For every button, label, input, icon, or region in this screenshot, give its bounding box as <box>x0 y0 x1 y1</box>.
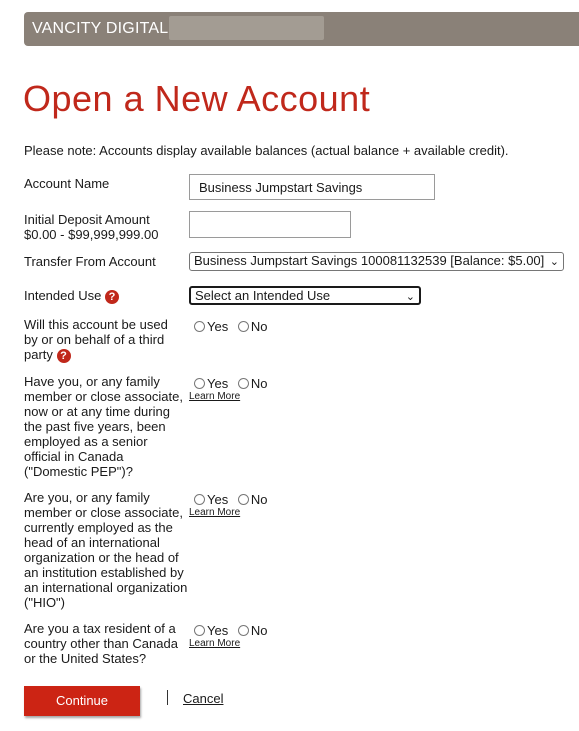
domestic-pep-yes[interactable]: Yes <box>194 376 228 391</box>
initial-deposit-range: $0.00 - $99,999,999.00 <box>24 227 159 242</box>
tax-resident-yes[interactable]: Yes <box>194 623 228 638</box>
help-icon[interactable]: ? <box>104 289 119 304</box>
radio-icon[interactable] <box>194 321 205 332</box>
intended-use-selected: Select an Intended Use <box>195 288 331 303</box>
domestic-pep-no[interactable]: No <box>237 376 268 391</box>
account-name-input[interactable] <box>189 174 435 200</box>
third-party-label-text: Will this account be used by or on behal… <box>24 317 168 362</box>
radio-icon[interactable] <box>194 625 205 636</box>
continue-button[interactable]: Continue <box>24 686 140 716</box>
third-party-no[interactable]: No <box>237 319 268 334</box>
chevron-down-icon: ⌄ <box>405 291 415 303</box>
top-banner: VANCITY DIGITAL <box>24 12 579 46</box>
cancel-link[interactable]: Cancel <box>183 691 223 706</box>
radio-icon[interactable] <box>237 321 249 332</box>
radio-icon[interactable] <box>194 378 205 389</box>
transfer-from-select[interactable]: Business Jumpstart Savings 100081132539 … <box>189 252 564 271</box>
hio-radios: Yes No <box>194 492 273 507</box>
no-label: No <box>250 492 268 507</box>
hio-yes[interactable]: Yes <box>194 492 228 507</box>
tax-resident-label: Are you a tax resident of a country othe… <box>24 621 178 666</box>
brand-label: VANCITY DIGITAL <box>32 20 169 37</box>
account-name-label: Account Name <box>24 176 110 191</box>
intended-use-label-text: Intended Use <box>24 288 102 303</box>
tax-resident-radios: Yes No <box>194 623 273 638</box>
action-divider <box>167 690 168 705</box>
transfer-from-label: Transfer From Account <box>24 254 156 269</box>
yes-label: Yes <box>207 492 229 507</box>
balance-note: Please note: Accounts display available … <box>24 143 509 158</box>
tax-resident-learn-more-link[interactable]: Learn More <box>189 638 240 649</box>
initial-deposit-label-line1: Initial Deposit Amount <box>24 212 150 227</box>
redacted-block <box>169 16 324 40</box>
hio-label: Are you, or any family member or close a… <box>24 490 188 610</box>
hio-no[interactable]: No <box>237 492 268 507</box>
domestic-pep-radios: Yes No <box>194 376 273 391</box>
no-label: No <box>250 623 268 638</box>
transfer-from-selected: Business Jumpstart Savings 100081132539 … <box>194 253 545 268</box>
tax-resident-no[interactable]: No <box>237 623 268 638</box>
no-label: No <box>250 376 268 391</box>
chevron-down-icon: ⌄ <box>549 256 559 268</box>
radio-icon[interactable] <box>237 625 249 636</box>
third-party-yes[interactable]: Yes <box>194 319 228 334</box>
yes-label: Yes <box>207 376 229 391</box>
intended-use-select[interactable]: Select an Intended Use ⌄ <box>189 286 421 305</box>
yes-label: Yes <box>207 319 229 334</box>
initial-deposit-input[interactable] <box>189 211 351 238</box>
no-label: No <box>250 319 268 334</box>
domestic-pep-learn-more-link[interactable]: Learn More <box>189 391 240 402</box>
radio-icon[interactable] <box>237 494 249 505</box>
initial-deposit-label: Initial Deposit Amount $0.00 - $99,999,9… <box>24 212 186 242</box>
hio-learn-more-link[interactable]: Learn More <box>189 507 240 518</box>
page-title: Open a New Account <box>23 78 371 119</box>
domestic-pep-label: Have you, or any family member or close … <box>24 374 183 479</box>
help-icon[interactable]: ? <box>56 348 71 363</box>
third-party-label: Will this account be used by or on behal… <box>24 317 174 363</box>
yes-label: Yes <box>207 623 229 638</box>
intended-use-label: Intended Use ? <box>24 288 186 304</box>
radio-icon[interactable] <box>237 378 249 389</box>
radio-icon[interactable] <box>194 494 205 505</box>
third-party-radios: Yes No <box>194 319 273 334</box>
